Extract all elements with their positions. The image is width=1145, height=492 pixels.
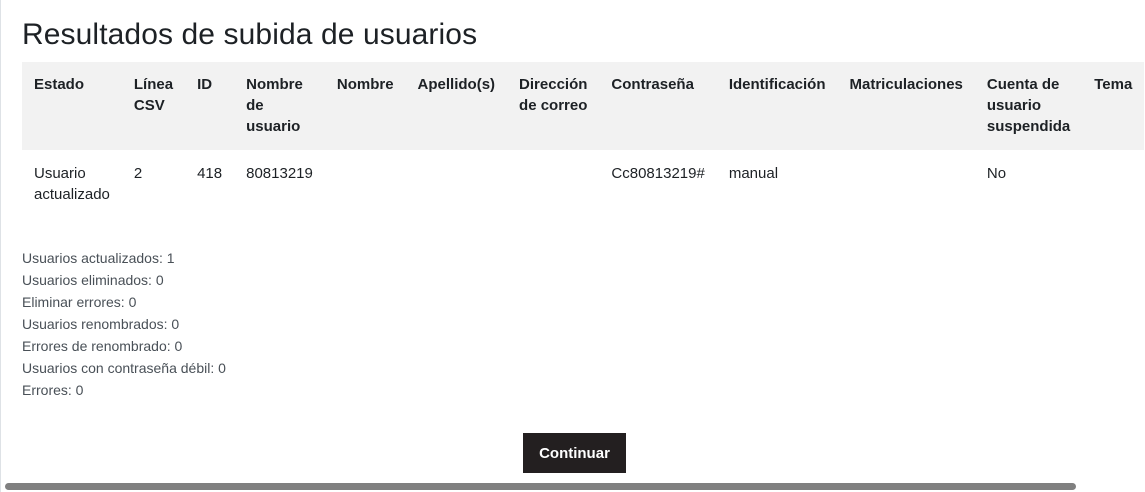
cell-direccion-de-correo	[507, 150, 599, 205]
header-cuenta-suspendida[interactable]: Cuenta de usuario suspendida	[974, 62, 1083, 150]
header-direccion-de-correo[interactable]: Dirección de correo	[507, 62, 600, 150]
header-nombre[interactable]: Nombre	[324, 62, 406, 150]
header-matriculaciones[interactable]: Matriculaciones	[837, 62, 975, 150]
header-nombre-de-usuario[interactable]: Nombre de usuario	[234, 62, 325, 150]
header-identificacion[interactable]: Identificación	[716, 62, 838, 150]
summary-usuarios-eliminados: Usuarios eliminados: 0	[22, 272, 164, 288]
header-estado[interactable]: Estado	[22, 62, 122, 150]
summary-usuarios-actualizados: Usuarios actualizados: 1	[22, 250, 175, 266]
table-header-row: Estado Línea CSV ID Nombre de usuario Nombr…	[22, 62, 1145, 150]
horizontal-scrollbar[interactable]	[5, 483, 1076, 490]
results-table: Estado Línea CSV ID Nombre de usuario Nombr…	[22, 62, 1145, 205]
results-summary: Usuarios actualizados: 1 Usuarios elimin…	[22, 247, 226, 401]
header-tema[interactable]: Tema	[1082, 62, 1145, 150]
cell-id: 418	[197, 165, 223, 182]
summary-usuarios-renombrados: Usuarios renombrados: 0	[22, 316, 180, 332]
header-contrasena[interactable]: Contraseña	[599, 62, 717, 150]
summary-eliminar-errores: Eliminar errores: 0	[22, 294, 137, 310]
cell-apellidos	[406, 150, 508, 205]
cell-estado: Usuario actualizado	[34, 165, 110, 203]
cell-identificacion: manual	[728, 165, 779, 182]
continue-button[interactable]: Continuar	[523, 433, 626, 473]
upload-results-page: Resultados de subida de usuarios Estado …	[0, 0, 1145, 492]
cell-linea-csv: 2	[133, 165, 143, 182]
cell-contrasena: Cc80813219#	[611, 165, 705, 182]
summary-contrasena-debil: Usuarios con contraseña débil: 0	[22, 360, 226, 376]
summary-errores-renombrado: Errores de renombrado: 0	[22, 338, 183, 354]
page-title: Resultados de subida de usuarios	[22, 18, 478, 51]
cell-cuenta-suspendida: No	[986, 165, 1007, 182]
header-apellidos[interactable]: Apellido(s)	[405, 62, 508, 150]
header-linea-csv[interactable]: Línea CSV	[121, 62, 186, 150]
cell-nombre-de-usuario: 80813219	[246, 165, 313, 182]
table-row: Usuario actualizado 2 418 80813219 Cc8081…	[22, 150, 1144, 205]
cell-nombre	[325, 150, 406, 205]
summary-errores: Errores: 0	[22, 382, 84, 398]
cell-tema	[1082, 150, 1144, 205]
cell-matriculaciones	[838, 150, 975, 205]
header-id[interactable]: ID	[185, 62, 235, 150]
